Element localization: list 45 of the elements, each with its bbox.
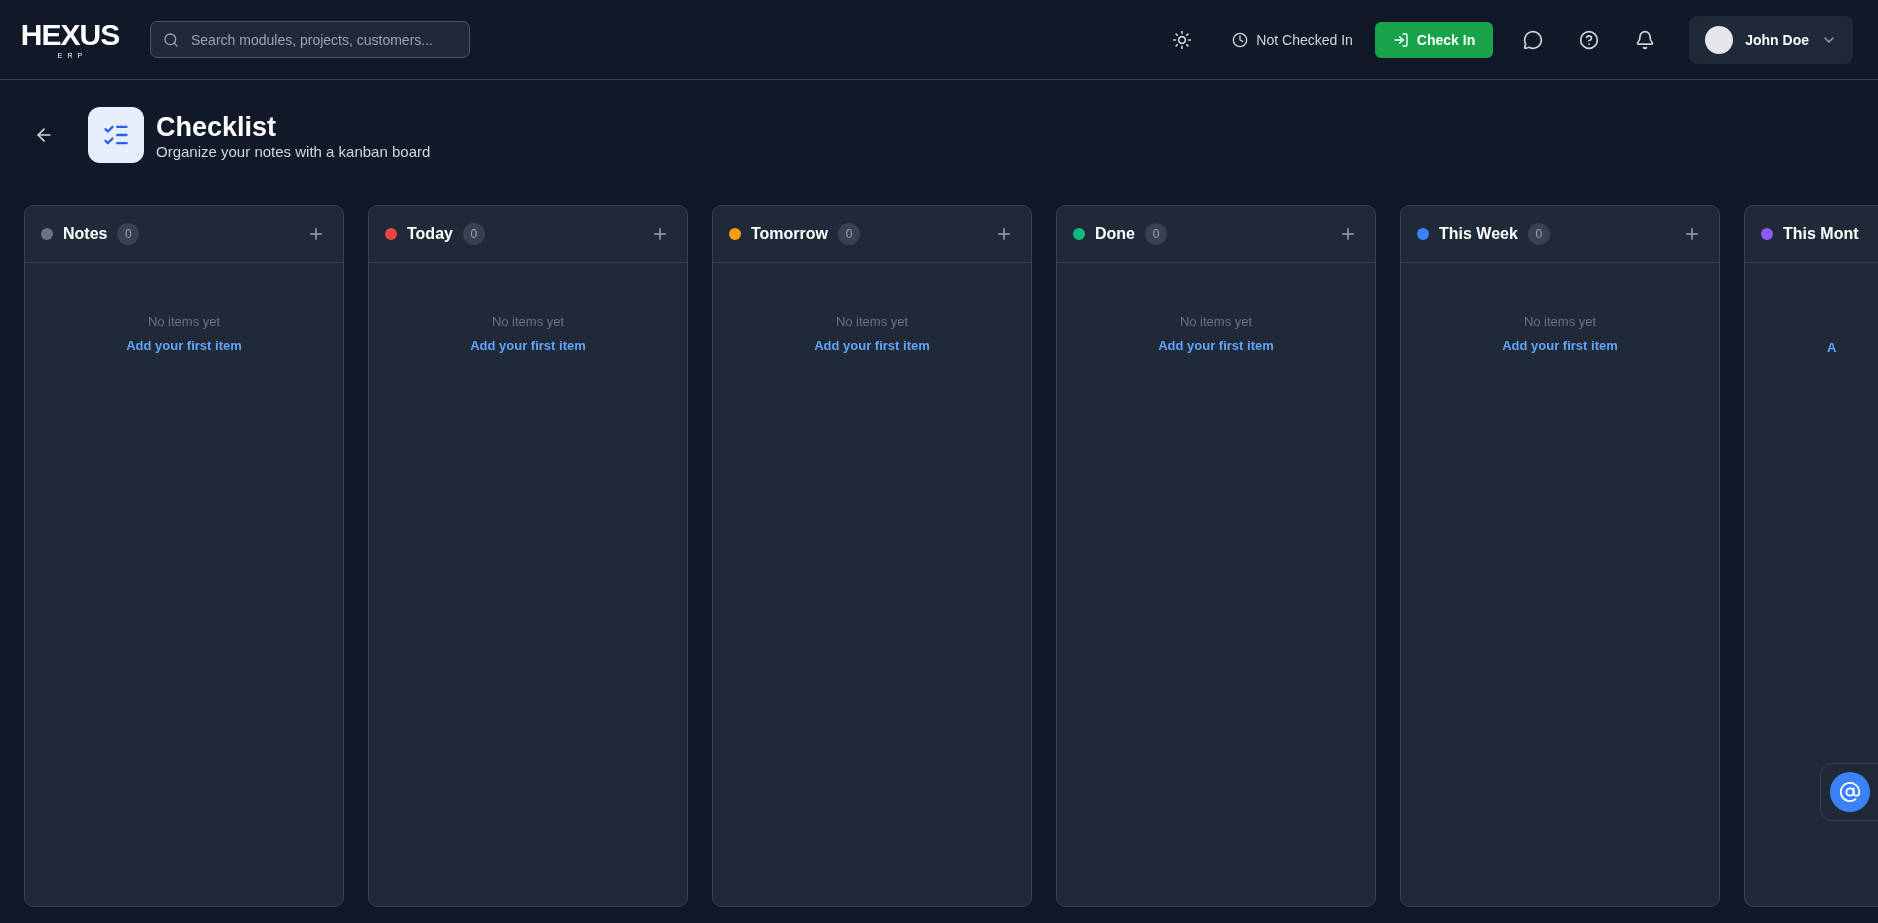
search-field[interactable]: Search modules, projects, customers... [150, 21, 470, 58]
page-subtitle: Organize your notes with a kanban board [156, 142, 431, 160]
check-in-button[interactable]: Check In [1374, 21, 1494, 58]
at-sign-icon [1839, 781, 1861, 803]
empty-message: No items yet [491, 314, 565, 329]
search-input[interactable]: Search modules, projects, customers... [189, 30, 457, 49]
login-arrow-icon [1392, 31, 1409, 48]
add-item-link[interactable]: Add your first item [1502, 338, 1618, 353]
plus-icon [307, 225, 325, 243]
column-title: This Mont [1783, 225, 1859, 243]
empty-message: No items yet [1179, 314, 1253, 329]
plus-icon [995, 225, 1013, 243]
user-menu-button[interactable]: John Doe [1689, 15, 1853, 64]
item-count: 0 [838, 223, 861, 245]
chat-icon [1523, 29, 1544, 50]
column-title: Done [1095, 225, 1135, 243]
plus-icon [651, 225, 669, 243]
item-count: 0 [1527, 223, 1550, 245]
add-item-link[interactable]: Add your first item [470, 338, 586, 353]
item-count: 0 [1145, 223, 1167, 245]
plus-icon [1683, 225, 1701, 243]
bell-icon [1635, 29, 1656, 50]
sun-icon [1172, 29, 1193, 50]
add-item-link[interactable]: Add your first item [1158, 338, 1274, 353]
column-title: This Week [1439, 225, 1518, 243]
add-item-link[interactable]: Add your first item [126, 338, 242, 353]
help-icon [1579, 29, 1600, 50]
empty-message: No items yet [1523, 314, 1597, 329]
add-item-link[interactable]: Add your first item [814, 338, 930, 353]
column-title: Notes [63, 225, 108, 243]
logo-wordmark: HEXUS [20, 20, 120, 50]
column-title: Today [407, 225, 453, 243]
search-icon [163, 31, 179, 48]
item-count: 0 [117, 223, 140, 245]
empty-message: No items yet [147, 314, 221, 329]
clock-icon [1232, 31, 1249, 48]
plus-icon [1339, 225, 1357, 243]
avatar [1705, 25, 1734, 54]
page-title: Checklist [156, 110, 278, 143]
mention-button[interactable] [1830, 772, 1870, 812]
item-count: 0 [462, 223, 485, 245]
column-title: Tomorrow [751, 225, 829, 243]
add-item-link[interactable]: A [1827, 340, 1837, 355]
attendance-status: Not Checked In [1256, 31, 1353, 48]
empty-message: No items yet [835, 314, 909, 329]
